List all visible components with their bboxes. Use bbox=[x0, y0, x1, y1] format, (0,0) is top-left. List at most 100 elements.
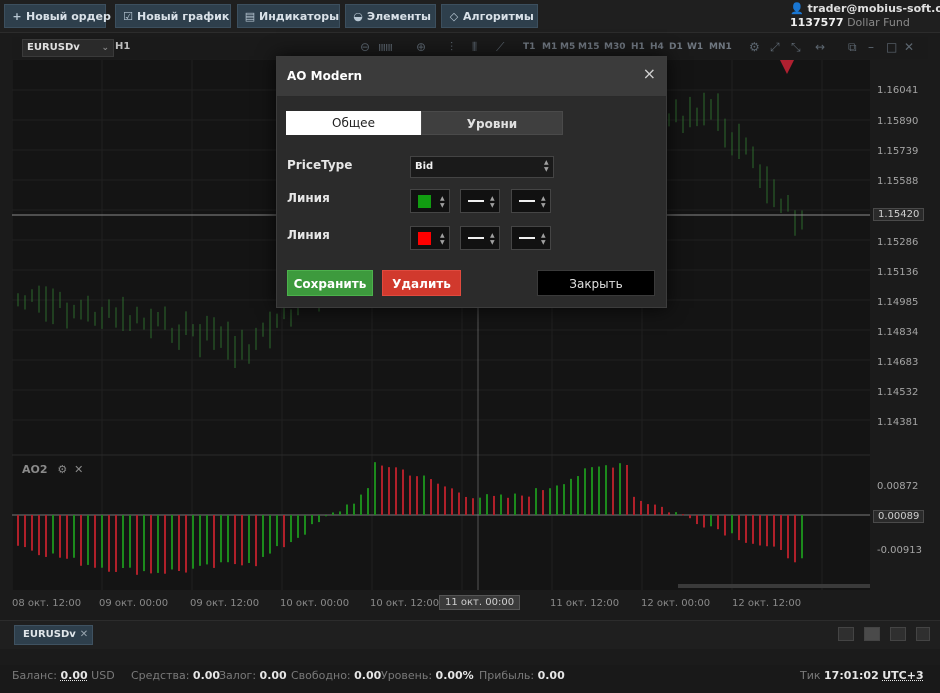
layout-single-icon[interactable] bbox=[838, 627, 854, 641]
ao-bar bbox=[514, 493, 516, 515]
line2-color-picker[interactable]: ▲ ▼ bbox=[410, 226, 450, 250]
line2-style-picker[interactable]: ▲ ▼ bbox=[511, 226, 551, 250]
ao-bar bbox=[290, 515, 292, 543]
ao-bar bbox=[185, 515, 187, 573]
ao-bar bbox=[626, 464, 628, 515]
timeframe-m15[interactable]: M15 bbox=[578, 42, 599, 52]
timeframe-mn1[interactable]: MN1 bbox=[709, 42, 732, 52]
line1-width-picker[interactable]: ▲ ▼ bbox=[460, 189, 500, 213]
close-icon[interactable]: × bbox=[643, 66, 656, 82]
minimize-icon[interactable]: – bbox=[868, 40, 874, 54]
line1-color-swatch bbox=[418, 195, 431, 208]
ao-bar bbox=[654, 504, 656, 515]
ao-bar bbox=[297, 515, 299, 538]
ao-bar bbox=[598, 466, 600, 515]
timeframe-h1[interactable]: H1 bbox=[631, 42, 645, 52]
ao-bar bbox=[759, 515, 761, 546]
layout-grid-icon[interactable] bbox=[864, 627, 880, 641]
zoom-out-icon[interactable]: ⊖ bbox=[360, 40, 370, 54]
ao-bar bbox=[24, 515, 26, 548]
tab-general[interactable]: Общее bbox=[286, 111, 421, 135]
timeframe-m30[interactable]: M30 bbox=[604, 42, 625, 52]
timeframe-m1[interactable]: M1 bbox=[542, 42, 557, 52]
ao-bar bbox=[108, 515, 110, 572]
ao-bar bbox=[150, 515, 152, 574]
gear-icon[interactable]: ⚙ bbox=[57, 463, 67, 476]
balance-value[interactable]: 0.00 bbox=[61, 669, 88, 682]
ao-bar bbox=[143, 515, 145, 572]
timezone-selector[interactable]: UTC+3 bbox=[882, 669, 923, 682]
price-tick-label: 1.14683 bbox=[877, 357, 919, 368]
new-chart-button[interactable]: ☑ Новый график bbox=[115, 4, 231, 28]
ao-bar bbox=[269, 515, 271, 554]
ao-bar bbox=[255, 515, 257, 567]
maximize-icon[interactable]: □ bbox=[886, 40, 897, 54]
close-button[interactable]: Закрыть bbox=[537, 270, 655, 296]
account-number: 1137577 bbox=[790, 16, 844, 29]
draw-line-icon[interactable]: ⟋ bbox=[496, 40, 504, 55]
price-type-select[interactable]: Bid ▲ ▼ bbox=[410, 156, 554, 178]
chart-tabs-bar: EURUSDv ✕ bbox=[0, 620, 940, 649]
new-order-button[interactable]: + Новый ордер bbox=[4, 4, 111, 28]
ao-bar bbox=[486, 494, 488, 515]
ao-bar bbox=[752, 515, 754, 544]
ao-bar bbox=[619, 463, 621, 515]
detach-icon[interactable]: ⧉ bbox=[848, 40, 857, 55]
ao-bar bbox=[31, 515, 33, 551]
close-tab-icon[interactable]: ✕ bbox=[80, 629, 88, 640]
ao-bar bbox=[745, 515, 747, 543]
tab-levels[interactable]: Уровни bbox=[421, 111, 563, 135]
crosshair-icon[interactable]: ⤡ bbox=[791, 40, 801, 55]
ao-bar bbox=[612, 467, 614, 515]
free-margin: Свободно: 0.00 bbox=[291, 669, 382, 682]
timeframe-w1[interactable]: W1 bbox=[687, 42, 703, 52]
ao-bar bbox=[556, 485, 558, 515]
line1-style-picker[interactable]: ▲ ▼ bbox=[511, 189, 551, 213]
user-icon: 👤 bbox=[790, 2, 804, 15]
layout-columns-icon[interactable] bbox=[890, 627, 906, 641]
account-info[interactable]: 👤 trader@mobius-soft.org 1137577 Dollar … bbox=[790, 1, 940, 30]
save-button[interactable]: Сохранить bbox=[287, 270, 373, 296]
ao-bar bbox=[353, 503, 355, 515]
balance: Баланс: 0.00 USD bbox=[12, 669, 115, 682]
settings-icon[interactable]: ⚙ bbox=[749, 40, 760, 54]
line1-color-picker[interactable]: ▲ ▼ bbox=[410, 189, 450, 213]
chart-tab-eurusdv[interactable]: EURUSDv ✕ bbox=[14, 625, 94, 645]
ao-bar bbox=[325, 515, 327, 517]
layout-rows-icon[interactable] bbox=[916, 627, 930, 641]
zoom-slider[interactable]: ıııııı bbox=[378, 40, 393, 54]
line2-width-picker[interactable]: ▲ ▼ bbox=[460, 226, 500, 250]
ao-current-label: 0.00089 bbox=[873, 510, 925, 523]
ao-bar bbox=[304, 515, 306, 535]
time-tick-label: 10 окт. 12:00 bbox=[370, 598, 440, 609]
ao-bar bbox=[206, 515, 208, 565]
ao-bar bbox=[479, 497, 481, 515]
ao-bar bbox=[577, 476, 579, 515]
ao-bar bbox=[136, 515, 138, 575]
line-style-icon bbox=[519, 200, 535, 202]
ao-bar bbox=[682, 514, 684, 516]
line-chart-icon[interactable]: ⫶ bbox=[450, 40, 453, 55]
close-icon[interactable]: ✕ bbox=[74, 463, 83, 476]
timeframe-h4[interactable]: H4 bbox=[650, 42, 664, 52]
ao-bar bbox=[787, 515, 789, 559]
ao-bar bbox=[241, 515, 243, 566]
timeframe-t1[interactable]: T1 bbox=[523, 42, 535, 52]
expand-icon[interactable]: ⤢ bbox=[770, 40, 780, 55]
fit-width-icon[interactable]: ↔ bbox=[815, 40, 825, 54]
delete-button[interactable]: Удалить bbox=[382, 270, 461, 296]
ao-bar bbox=[80, 515, 82, 566]
symbol-select[interactable]: EURUSDv ⌄ bbox=[22, 39, 114, 57]
timeframe-m5[interactable]: M5 bbox=[560, 42, 575, 52]
elements-button[interactable]: ◒ Элементы bbox=[345, 4, 436, 28]
indicator-name: AO2 bbox=[22, 463, 48, 476]
ao-bar bbox=[283, 515, 285, 548]
algorithms-button[interactable]: ◇ Алгоритмы bbox=[441, 4, 538, 28]
close-chart-icon[interactable]: ✕ bbox=[904, 40, 914, 54]
timeframe-d1[interactable]: D1 bbox=[669, 42, 683, 52]
candles-icon[interactable]: ⫴ bbox=[472, 40, 477, 55]
zoom-in-icon[interactable]: ⊕ bbox=[416, 40, 426, 54]
ao-bar bbox=[591, 467, 593, 515]
indicators-button[interactable]: ▤ Индикаторы bbox=[237, 4, 340, 28]
ao-bar bbox=[178, 515, 180, 571]
